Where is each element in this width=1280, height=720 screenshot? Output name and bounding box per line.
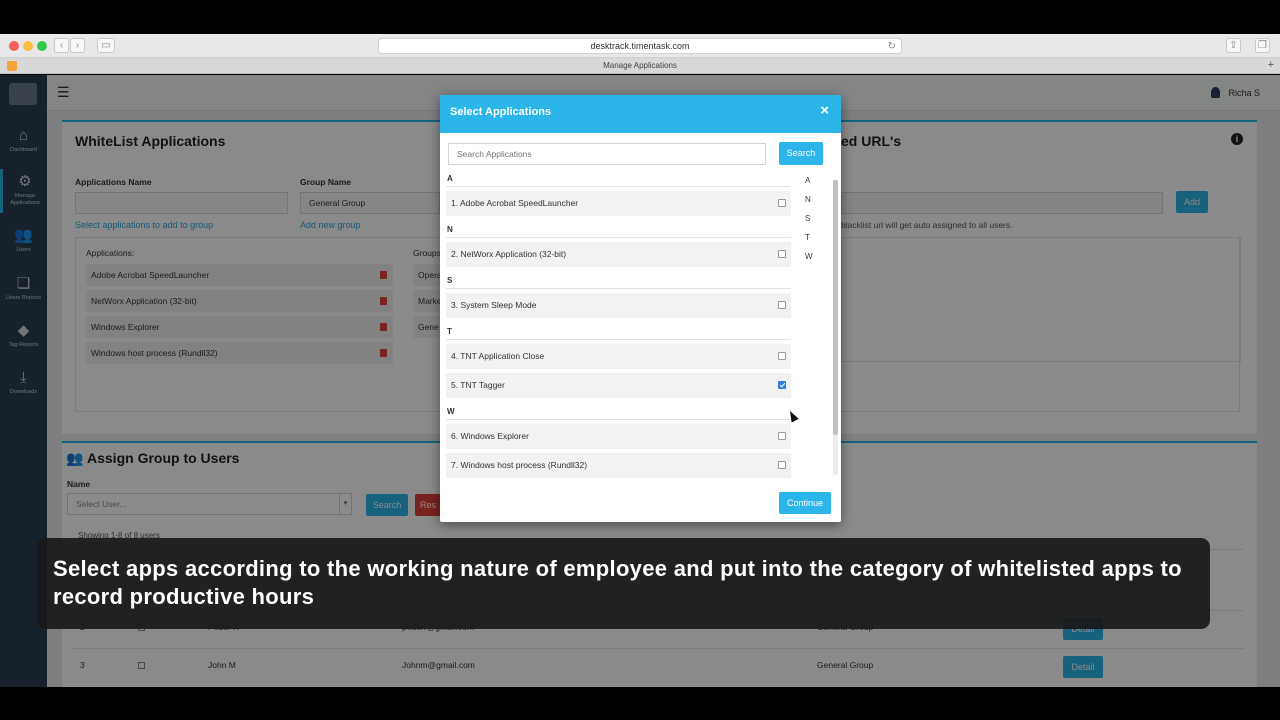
list-item[interactable]: 7. Windows host process (Rundll32) <box>446 453 791 478</box>
video-caption: Select apps according to the working nat… <box>37 538 1210 629</box>
letter-divider <box>446 339 791 340</box>
address-bar[interactable]: desktrack.timentask.com ↻ <box>378 38 902 54</box>
letter-divider <box>446 419 791 420</box>
browser-toolbar: ‹ › ▭ desktrack.timentask.com ↻ ⇪ ❐ <box>0 34 1280 58</box>
close-window-button[interactable] <box>9 41 19 51</box>
search-applications-input[interactable] <box>448 143 766 165</box>
application-checkbox[interactable] <box>778 461 786 469</box>
sidebar-toggle-icon[interactable]: ▭ <box>97 38 115 53</box>
application-label: 3. System Sleep Mode <box>451 300 537 310</box>
tab-bar: Manage Applications + <box>0 58 1280 74</box>
letter-heading: W <box>447 407 455 416</box>
list-scrollbar[interactable] <box>833 180 838 475</box>
alphabet-index-a[interactable]: A <box>805 176 810 185</box>
letter-heading: N <box>447 225 453 234</box>
forward-icon[interactable]: › <box>70 38 85 53</box>
minimize-window-button[interactable] <box>23 41 33 51</box>
application-label: 4. TNT Application Close <box>451 351 545 361</box>
application-label: 2. NetWorx Application (32-bit) <box>451 249 567 259</box>
application-label: 6. Windows Explorer <box>451 431 529 441</box>
list-item[interactable]: 3. System Sleep Mode <box>446 293 791 318</box>
alphabet-index-w[interactable]: W <box>805 252 813 261</box>
close-icon[interactable]: × <box>820 103 829 119</box>
application-checkbox-checked[interactable] <box>778 381 786 389</box>
list-item[interactable]: 1. Adobe Acrobat SpeedLauncher <box>446 191 791 216</box>
list-item[interactable]: 4. TNT Application Close <box>446 344 791 369</box>
reload-icon[interactable]: ↻ <box>888 39 896 54</box>
letter-divider <box>446 237 791 238</box>
share-icon[interactable]: ⇪ <box>1226 38 1241 53</box>
search-button[interactable]: Search <box>779 142 823 165</box>
application-label: 1. Adobe Acrobat SpeedLauncher <box>451 198 579 208</box>
alphabet-index-n[interactable]: N <box>805 195 811 204</box>
alphabet-index-t[interactable]: T <box>805 233 810 242</box>
application-label: 5. TNT Tagger <box>451 380 505 390</box>
tabs-icon[interactable]: ❐ <box>1255 38 1270 53</box>
tab-title[interactable]: Manage Applications <box>603 61 677 70</box>
application-checkbox[interactable] <box>778 352 786 360</box>
application-label: 7. Windows host process (Rundll32) <box>451 460 588 470</box>
letter-heading: S <box>447 276 453 285</box>
letter-heading: T <box>447 327 452 336</box>
letter-divider <box>446 288 791 289</box>
application-checkbox[interactable] <box>778 250 786 258</box>
back-icon[interactable]: ‹ <box>54 38 69 53</box>
zoom-window-button[interactable] <box>37 41 47 51</box>
letter-divider <box>446 186 791 187</box>
list-item[interactable]: 5. TNT Tagger <box>446 373 791 398</box>
application-checkbox[interactable] <box>778 199 786 207</box>
applications-list: A 1. Adobe Acrobat SpeedLauncher N 2. Ne… <box>440 174 841 478</box>
select-applications-modal: Select Applications × Search A 1. Adobe … <box>440 95 841 522</box>
url-text: desktrack.timentask.com <box>590 41 690 51</box>
application-checkbox[interactable] <box>778 301 786 309</box>
list-item[interactable]: 2. NetWorx Application (32-bit) <box>446 242 791 267</box>
modal-header: Select Applications × <box>440 95 841 133</box>
continue-button[interactable]: Continue <box>779 492 831 514</box>
list-item[interactable]: 6. Windows Explorer <box>446 424 791 449</box>
favicon-icon <box>7 61 17 71</box>
application-checkbox[interactable] <box>778 432 786 440</box>
modal-title: Select Applications <box>450 106 552 118</box>
scrollbar-thumb[interactable] <box>833 180 838 435</box>
letter-heading: A <box>447 174 453 183</box>
alphabet-index-s[interactable]: S <box>805 214 810 223</box>
video-frame: ‹ › ▭ desktrack.timentask.com ↻ ⇪ ❐ Mana… <box>0 0 1280 720</box>
new-tab-icon[interactable]: + <box>1268 58 1274 73</box>
